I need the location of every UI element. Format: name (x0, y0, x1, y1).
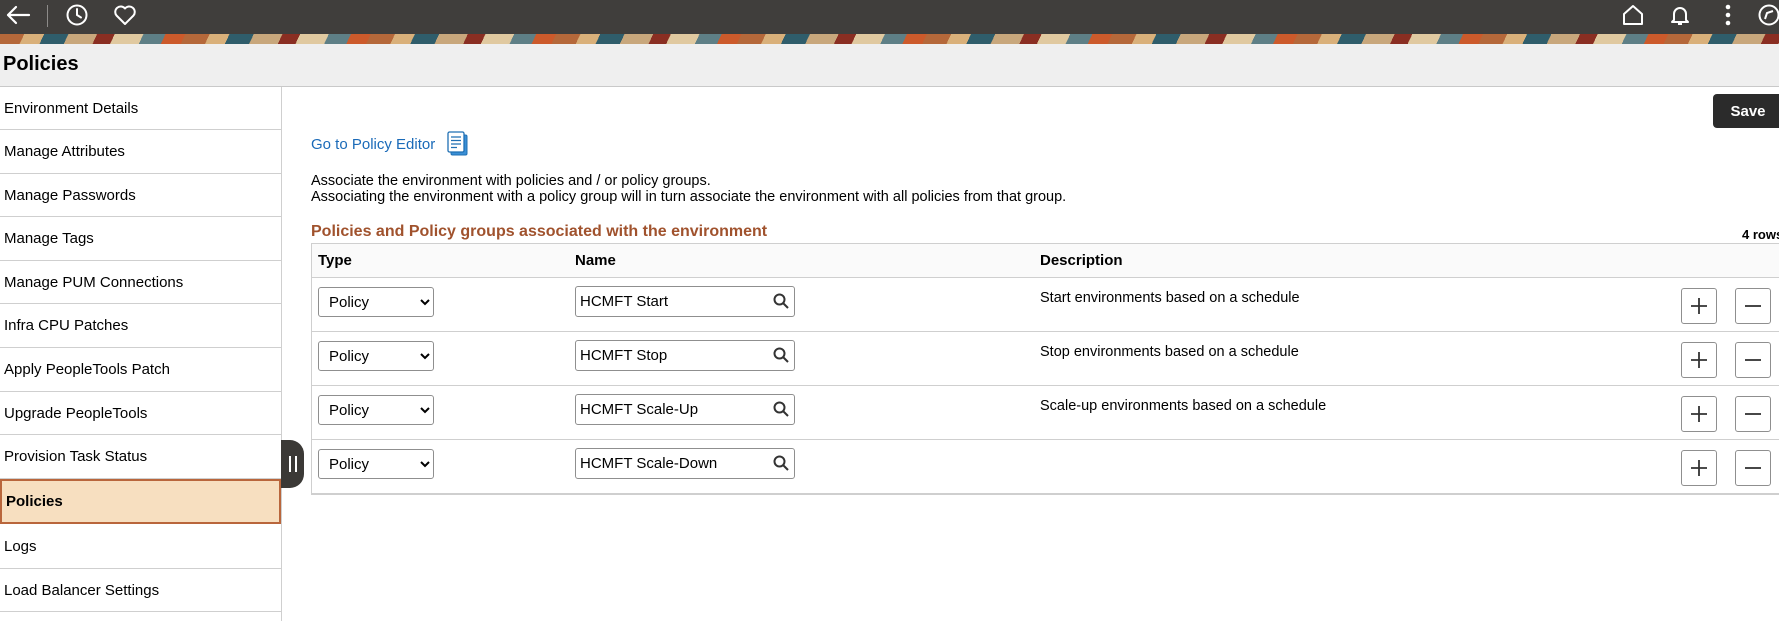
instructions-line-2: Associating the environment with a polic… (311, 189, 1067, 205)
plus-icon (1691, 352, 1707, 368)
sidebar-item-policies[interactable]: Policies (0, 479, 281, 524)
minus-icon (1745, 413, 1761, 415)
minus-icon (1745, 467, 1761, 469)
sidebar-item-load-balancer-settings[interactable]: Load Balancer Settings (0, 569, 281, 612)
sidebar-item-manage-passwords[interactable]: Manage Passwords (0, 174, 281, 217)
column-header-type: Type (318, 252, 352, 269)
sidebar-item-label: Logs (4, 537, 37, 555)
sidebar-item-label: Apply PeopleTools Patch (4, 361, 170, 378)
table-row: Policy Scale-up environments based on a … (312, 386, 1779, 440)
page-title-bar: Policies (0, 44, 1779, 87)
name-input[interactable] (576, 395, 766, 424)
sidebar-item-label: Policies (6, 493, 63, 510)
row-count: 4 rows (1742, 227, 1779, 242)
type-select[interactable]: Policy (318, 287, 434, 317)
top-banner-bar (0, 0, 1779, 34)
table-row: Policy (312, 440, 1779, 494)
name-input[interactable] (576, 341, 766, 370)
name-field (575, 340, 795, 371)
sidebar-item-label: Environment Details (4, 99, 139, 117)
add-row-button[interactable] (1681, 450, 1717, 486)
sidebar-item-label: Manage Tags (4, 230, 94, 247)
column-header-description: Description (1040, 252, 1123, 269)
sidebar: Environment Details Manage Attributes Ma… (0, 87, 282, 621)
sidebar-item-manage-attributes[interactable]: Manage Attributes (0, 130, 281, 174)
lookup-search-icon[interactable] (772, 454, 790, 472)
lookup-search-icon[interactable] (772, 346, 790, 364)
add-row-button[interactable] (1681, 396, 1717, 432)
sidebar-item-label: Manage Passwords (4, 186, 136, 204)
back-arrow-icon[interactable] (2, 0, 34, 30)
grid-header: Type Name Description (312, 244, 1779, 278)
name-input[interactable] (576, 449, 766, 478)
row-description: Start environments based on a schedule (1040, 290, 1300, 306)
name-field (575, 286, 795, 317)
type-select[interactable]: Policy (318, 341, 434, 371)
sidebar-item-manage-pum-connections[interactable]: Manage PUM Connections (0, 261, 281, 304)
minus-icon (1745, 305, 1761, 307)
sidebar-item-label: Load Balancer Settings (4, 581, 160, 599)
sidebar-item-infra-cpu-patches[interactable]: Infra CPU Patches (0, 304, 281, 348)
notifications-bell-icon[interactable] (1664, 0, 1696, 30)
plus-icon (1691, 406, 1707, 422)
sidebar-item-label: Manage PUM Connections (4, 273, 184, 291)
plus-icon (1691, 460, 1707, 476)
history-icon[interactable] (61, 0, 93, 30)
delete-row-button[interactable] (1735, 396, 1771, 432)
favorites-heart-icon[interactable] (109, 0, 141, 30)
add-row-button[interactable] (1681, 288, 1717, 324)
sidebar-item-upgrade-peopletools[interactable]: Upgrade PeopleTools (0, 392, 281, 435)
main-content: Save Go to Policy Editor Associate the e… (283, 87, 1779, 621)
top-banner (0, 0, 1779, 44)
lookup-search-icon[interactable] (772, 292, 790, 310)
sidebar-item-apply-peopletools-patch[interactable]: Apply PeopleTools Patch (0, 348, 281, 392)
lookup-search-icon[interactable] (772, 400, 790, 418)
home-icon[interactable] (1617, 0, 1649, 30)
sidebar-item-label: Infra CPU Patches (4, 317, 129, 334)
add-row-button[interactable] (1681, 342, 1717, 378)
row-description: Scale-up environments based on a schedul… (1040, 398, 1327, 414)
grid-title: Policies and Policy groups associated wi… (311, 223, 768, 240)
policies-grid: Type Name Description Policy Start envir… (311, 243, 1779, 495)
sidebar-item-label: Provision Task Status (4, 448, 148, 465)
sidebar-item-environment-details[interactable]: Environment Details (0, 87, 281, 130)
sidebar-item-label: Upgrade PeopleTools (4, 404, 148, 422)
column-header-name: Name (575, 252, 616, 269)
type-select[interactable]: Policy (318, 395, 434, 425)
delete-row-button[interactable] (1735, 450, 1771, 486)
banner-decoration (0, 34, 1779, 44)
row-description: Stop environments based on a schedule (1040, 344, 1299, 360)
plus-icon (1691, 298, 1707, 314)
go-to-policy-editor-link[interactable]: Go to Policy Editor (311, 136, 435, 153)
sidebar-item-logs[interactable]: Logs (0, 524, 281, 569)
toolbar-divider (47, 5, 48, 27)
table-row: Policy Start environments based on a sch… (312, 278, 1779, 332)
page-title: Policies (3, 53, 79, 75)
sidebar-item-label: Manage Attributes (4, 143, 125, 160)
policy-document-icon[interactable] (446, 131, 470, 157)
actions-menu-icon[interactable] (1712, 0, 1744, 30)
name-field (575, 394, 795, 425)
save-button[interactable]: Save (1713, 94, 1779, 128)
type-select[interactable]: Policy (318, 449, 434, 479)
table-row: Policy Stop environments based on a sche… (312, 332, 1779, 386)
delete-row-button[interactable] (1735, 288, 1771, 324)
name-field (575, 448, 795, 479)
name-input[interactable] (576, 287, 766, 316)
delete-row-button[interactable] (1735, 342, 1771, 378)
sidebar-item-manage-tags[interactable]: Manage Tags (0, 217, 281, 261)
minus-icon (1745, 359, 1761, 361)
navbar-compass-icon[interactable] (1755, 0, 1779, 30)
sidebar-item-provision-task-status[interactable]: Provision Task Status (0, 435, 281, 479)
instructions-line-1: Associate the environment with policies … (311, 173, 711, 189)
